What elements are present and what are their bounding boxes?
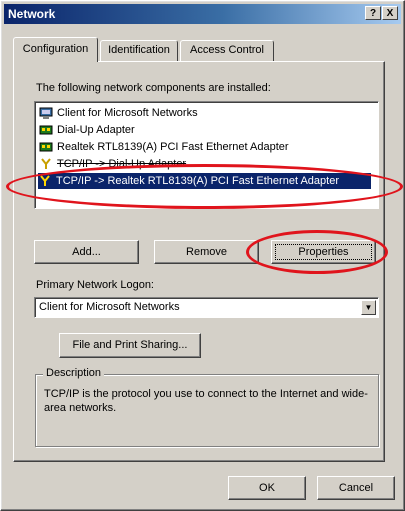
tab-access-control[interactable]: Access Control (180, 40, 274, 61)
components-list[interactable]: Client for Microsoft Networks Dial-Up Ad… (34, 101, 379, 209)
list-item-label: Dial-Up Adapter (57, 124, 135, 136)
list-item-label: TCP/IP -> Dial-Up Adapter (57, 158, 187, 170)
tab-configuration[interactable]: Configuration (13, 37, 98, 62)
protocol-icon (39, 158, 53, 170)
help-button[interactable]: ? (365, 6, 381, 20)
primary-logon-select[interactable]: Client for Microsoft Networks ▼ (34, 297, 379, 318)
add-button[interactable]: Add... (34, 240, 139, 264)
client-icon (39, 107, 53, 119)
description-text: TCP/IP is the protocol you use to connec… (44, 388, 368, 414)
list-item-label: Realtek RTL8139(A) PCI Fast Ethernet Ada… (57, 141, 289, 153)
list-item[interactable]: Realtek RTL8139(A) PCI Fast Ethernet Ada… (39, 139, 289, 155)
window-title: Network (8, 7, 56, 21)
description-legend: Description (43, 367, 105, 379)
adapter-icon (39, 141, 53, 153)
logon-label: Primary Network Logon: (36, 279, 154, 291)
file-print-sharing-button[interactable]: File and Print Sharing... (59, 333, 201, 358)
cancel-button[interactable]: Cancel (317, 476, 395, 500)
protocol-icon (38, 175, 52, 187)
list-item[interactable]: TCP/IP -> Dial-Up Adapter (39, 156, 186, 172)
adapter-icon (39, 124, 53, 136)
tab-identification[interactable]: Identification (100, 40, 178, 61)
list-item-label: Client for Microsoft Networks (57, 107, 198, 119)
chevron-down-icon[interactable]: ▼ (361, 300, 376, 315)
remove-button[interactable]: Remove (154, 240, 259, 264)
properties-button[interactable]: Properties (271, 240, 376, 264)
list-item[interactable]: Client for Microsoft Networks (39, 105, 198, 121)
logon-value: Client for Microsoft Networks (39, 301, 180, 313)
list-item-label: TCP/IP -> Realtek RTL8139(A) PCI Fast Et… (56, 175, 339, 187)
components-heading: The following network components are ins… (36, 82, 271, 94)
close-button[interactable]: X (382, 6, 398, 20)
description-group: Description TCP/IP is the protocol you u… (35, 367, 379, 447)
list-item-selected[interactable]: TCP/IP -> Realtek RTL8139(A) PCI Fast Et… (38, 173, 371, 189)
ok-button[interactable]: OK (228, 476, 306, 500)
list-item[interactable]: Dial-Up Adapter (39, 122, 135, 138)
title-bar[interactable]: Network ? X (4, 4, 401, 24)
